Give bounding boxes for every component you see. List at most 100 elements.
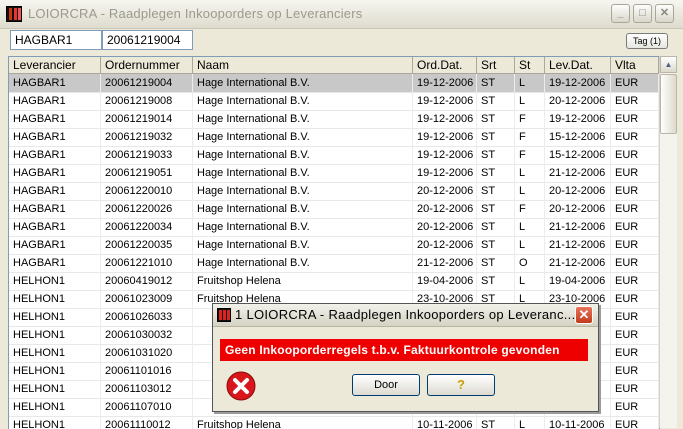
cell-orddat: 19-12-2006 bbox=[413, 110, 477, 128]
leverancier-input[interactable]: HAGBAR1 bbox=[10, 30, 102, 50]
cell-orddat: 21-12-2006 bbox=[413, 254, 477, 272]
cell-orddat: 19-04-2006 bbox=[413, 272, 477, 290]
cell-vlta: EUR bbox=[611, 74, 659, 92]
cell-ordernummer: 20060419012 bbox=[101, 272, 193, 290]
cell-ordernummer: 20061219008 bbox=[101, 92, 193, 110]
col-header-leverancier[interactable]: Leverancier bbox=[9, 57, 101, 73]
col-header-vlta[interactable]: Vlta bbox=[611, 57, 659, 73]
minimize-button[interactable]: _ bbox=[611, 4, 630, 23]
dialog-close-button[interactable]: ✕ bbox=[575, 306, 593, 324]
cell-vlta: EUR bbox=[611, 272, 659, 290]
scroll-thumb[interactable] bbox=[660, 74, 677, 134]
cell-levdat: 21-12-2006 bbox=[545, 164, 611, 182]
cell-naam: Hage International B.V. bbox=[193, 236, 413, 254]
cell-ordernummer: 20061023009 bbox=[101, 290, 193, 308]
col-header-levdat[interactable]: Lev.Dat. bbox=[545, 57, 611, 73]
cell-leverancier: HAGBAR1 bbox=[9, 200, 101, 218]
cell-orddat: 20-12-2006 bbox=[413, 182, 477, 200]
cell-st: L bbox=[515, 182, 545, 200]
table-row[interactable]: HELHON1 20060419012 Fruitshop Helena 19-04-… bbox=[9, 272, 659, 291]
cell-srt: ST bbox=[477, 272, 515, 290]
col-header-srt[interactable]: Srt bbox=[477, 57, 515, 73]
table-row[interactable]: HAGBAR1 20061219004 Hage International B.V… bbox=[9, 74, 659, 93]
cell-naam: Hage International B.V. bbox=[193, 128, 413, 146]
cell-levdat: 20-12-2006 bbox=[545, 92, 611, 110]
table-row[interactable]: HAGBAR1 20061219033 Hage International B.V… bbox=[9, 146, 659, 165]
col-header-st[interactable]: St bbox=[515, 57, 545, 73]
cell-naam: Hage International B.V. bbox=[193, 74, 413, 92]
cell-leverancier: HELHON1 bbox=[9, 290, 101, 308]
cell-leverancier: HELHON1 bbox=[9, 416, 101, 429]
title-bar[interactable]: LOIORCRA - Raadplegen Inkooporders op Le… bbox=[0, 0, 683, 29]
col-header-naam[interactable]: Naam bbox=[193, 57, 413, 73]
cell-st: L bbox=[515, 218, 545, 236]
dialog-title: 1 LOIORCRA - Raadplegen Inkooporders op … bbox=[235, 307, 576, 322]
ordernummer-input[interactable]: 20061219004 bbox=[102, 30, 193, 50]
cell-naam: Fruitshop Helena bbox=[193, 416, 413, 429]
cell-leverancier: HELHON1 bbox=[9, 272, 101, 290]
close-button[interactable]: ✕ bbox=[655, 4, 674, 23]
cell-naam: Hage International B.V. bbox=[193, 218, 413, 236]
cell-levdat: 19-12-2006 bbox=[545, 74, 611, 92]
cell-vlta: EUR bbox=[611, 326, 659, 344]
cell-srt: ST bbox=[477, 254, 515, 272]
col-header-ordernummer[interactable]: Ordernummer bbox=[101, 57, 193, 73]
cell-srt: ST bbox=[477, 74, 515, 92]
cell-naam: Hage International B.V. bbox=[193, 110, 413, 128]
cell-leverancier: HAGBAR1 bbox=[9, 74, 101, 92]
cell-levdat: 20-12-2006 bbox=[545, 200, 611, 218]
cell-st: L bbox=[515, 272, 545, 290]
cell-ordernummer: 20061219004 bbox=[101, 74, 193, 92]
dialog-app-icon bbox=[217, 308, 231, 322]
cell-naam: Hage International B.V. bbox=[193, 200, 413, 218]
table-row[interactable]: HAGBAR1 20061220034 Hage International B.V… bbox=[9, 218, 659, 237]
help-button[interactable]: ? bbox=[427, 374, 495, 396]
tag-button[interactable]: Tag (1) bbox=[626, 33, 668, 49]
cell-orddat: 10-11-2006 bbox=[413, 416, 477, 429]
cell-orddat: 20-12-2006 bbox=[413, 236, 477, 254]
cell-srt: ST bbox=[477, 164, 515, 182]
cell-ordernummer: 20061220010 bbox=[101, 182, 193, 200]
cell-naam: Hage International B.V. bbox=[193, 146, 413, 164]
cell-naam: Hage International B.V. bbox=[193, 92, 413, 110]
cell-ordernummer: 20061026033 bbox=[101, 308, 193, 326]
cell-orddat: 19-12-2006 bbox=[413, 74, 477, 92]
cell-leverancier: HAGBAR1 bbox=[9, 218, 101, 236]
cell-leverancier: HAGBAR1 bbox=[9, 164, 101, 182]
cell-vlta: EUR bbox=[611, 128, 659, 146]
cell-leverancier: HAGBAR1 bbox=[9, 182, 101, 200]
cell-ordernummer: 20061110012 bbox=[101, 416, 193, 429]
vertical-scrollbar[interactable]: ▲ bbox=[659, 56, 677, 428]
cell-st: L bbox=[515, 92, 545, 110]
table-row[interactable]: HAGBAR1 20061220010 Hage International B.V… bbox=[9, 182, 659, 201]
door-button[interactable]: Door bbox=[352, 374, 420, 396]
table-row[interactable]: HAGBAR1 20061220035 Hage International B.V… bbox=[9, 236, 659, 255]
maximize-button[interactable]: □ bbox=[633, 4, 652, 23]
table-row[interactable]: HAGBAR1 20061219014 Hage International B.V… bbox=[9, 110, 659, 129]
cell-vlta: EUR bbox=[611, 218, 659, 236]
cell-naam: Hage International B.V. bbox=[193, 164, 413, 182]
cell-leverancier: HAGBAR1 bbox=[9, 92, 101, 110]
cell-levdat: 19-04-2006 bbox=[545, 272, 611, 290]
cell-ordernummer: 20061220034 bbox=[101, 218, 193, 236]
cell-srt: ST bbox=[477, 146, 515, 164]
dialog-title-bar[interactable]: 1 LOIORCRA - Raadplegen Inkooporders op … bbox=[213, 304, 598, 327]
cell-levdat: 20-12-2006 bbox=[545, 182, 611, 200]
table-row[interactable]: HAGBAR1 20061220026 Hage International B.V… bbox=[9, 200, 659, 219]
table-row[interactable]: HAGBAR1 20061221010 Hage International B.V… bbox=[9, 254, 659, 273]
cell-naam: Hage International B.V. bbox=[193, 254, 413, 272]
table-row[interactable]: HELHON1 20061110012 Fruitshop Helena 10-11-… bbox=[9, 416, 659, 429]
table-row[interactable]: HAGBAR1 20061219051 Hage International B.V… bbox=[9, 164, 659, 183]
cell-st: F bbox=[515, 146, 545, 164]
cell-srt: ST bbox=[477, 200, 515, 218]
table-row[interactable]: HAGBAR1 20061219032 Hage International B.V… bbox=[9, 128, 659, 147]
cell-srt: ST bbox=[477, 128, 515, 146]
cell-levdat: 15-12-2006 bbox=[545, 128, 611, 146]
table-row[interactable]: HAGBAR1 20061219008 Hage International B.V… bbox=[9, 92, 659, 111]
cell-srt: ST bbox=[477, 416, 515, 429]
cell-vlta: EUR bbox=[611, 344, 659, 362]
cell-levdat: 19-12-2006 bbox=[545, 110, 611, 128]
cell-orddat: 20-12-2006 bbox=[413, 200, 477, 218]
scroll-up-arrow-icon[interactable]: ▲ bbox=[660, 56, 677, 73]
col-header-orddat[interactable]: Ord.Dat. bbox=[413, 57, 477, 73]
